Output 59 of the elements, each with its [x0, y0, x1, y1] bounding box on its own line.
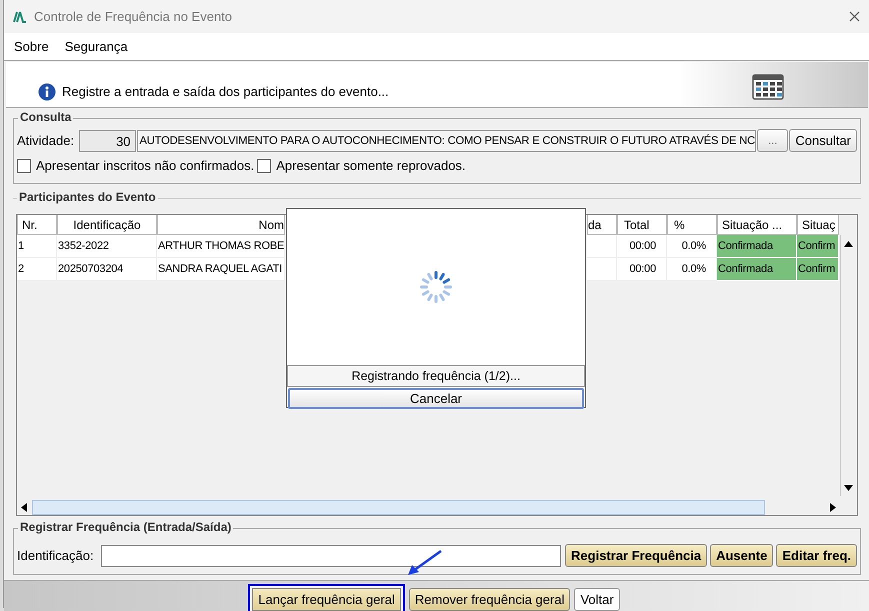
table-cell: 0.0%	[667, 258, 717, 281]
table-cell: Confirm	[797, 235, 839, 258]
footer-button[interactable]: Lançar frequência geral	[248, 584, 405, 611]
action-button[interactable]: Editar freq.	[776, 544, 857, 567]
table-cell: 20250703204	[57, 258, 157, 281]
action-button[interactable]: Registrar Frequência	[565, 544, 708, 567]
banner-message: Registre a entrada e saída dos participantes do evento...	[62, 84, 389, 101]
code-field[interactable]: 30	[79, 130, 136, 152]
identification-field[interactable]	[100, 544, 562, 566]
table-cell: Confirm	[797, 258, 839, 281]
column-header[interactable]: Identificação	[57, 215, 157, 235]
footer-button[interactable]: Voltar	[574, 588, 620, 610]
calendar-icon	[752, 72, 784, 100]
checkbox-label: Apresentar inscritos não confirmados.	[36, 158, 254, 173]
group-title: Consulta	[18, 110, 74, 124]
footer-button[interactable]: Remover frequência geral	[408, 588, 570, 610]
column-header[interactable]: Nr.	[17, 215, 57, 235]
checkbox[interactable]	[17, 158, 31, 172]
column-header[interactable]: Situação ...	[717, 215, 797, 235]
checkbox[interactable]	[257, 158, 272, 172]
action-button[interactable]: Ausente	[710, 544, 774, 567]
table-cell: 2	[17, 258, 57, 281]
window-title: Controle de Frequência no Evento	[34, 9, 232, 24]
activity-field[interactable]: AUTODESENVOLVIMENTO PARA O AUTOCONHECIMENTO: COMO PENSAR E CONSTRUIR O FUTURO ATRAVÉS DE NC	[136, 130, 756, 152]
cancel-button[interactable]: Cancelar	[288, 388, 584, 409]
field-label: Identificação:	[17, 548, 94, 563]
close-icon[interactable]	[849, 11, 860, 22]
scroll-left-icon[interactable]	[21, 502, 27, 512]
info-icon	[38, 83, 56, 101]
table-cell: SANDRA RAQUEL AGATI	[157, 258, 285, 281]
table-cell: ARTHUR THOMAS ROBE	[157, 235, 285, 258]
annotation-arrow	[407, 550, 443, 576]
menu-item[interactable]: Segurança	[64, 39, 128, 54]
group-title: Registrar Frequência (Entrada/Saída)	[18, 520, 234, 534]
table-cell: 0.0%	[667, 235, 717, 258]
scroll-up-icon[interactable]	[844, 241, 853, 247]
spinner-icon	[419, 270, 453, 304]
column-header[interactable]: Nom	[157, 215, 285, 235]
app-logo-icon	[13, 10, 27, 22]
column-header[interactable]: Situaç	[797, 215, 839, 235]
table-cell: 00:00	[617, 258, 667, 281]
column-header[interactable]: %	[667, 215, 717, 235]
table-cell: Confirmada	[717, 235, 797, 258]
browse-button[interactable]: ...	[756, 129, 788, 152]
table-cell: 1	[17, 235, 57, 258]
search-button[interactable]: Consultar	[789, 129, 857, 152]
table-cell: 3352-2022	[57, 235, 157, 258]
column-header[interactable]: da	[587, 215, 617, 235]
checkbox-label: Apresentar somente reprovados.	[276, 158, 466, 173]
scroll-right-icon[interactable]	[830, 502, 836, 512]
table-cell: Confirmada	[717, 258, 797, 281]
table-cell: 00:00	[617, 235, 667, 258]
group-title: Participantes do Evento	[17, 190, 158, 204]
scroll-down-icon[interactable]	[844, 485, 853, 491]
column-header[interactable]: Total	[617, 215, 667, 235]
scrollbar-thumb[interactable]	[32, 500, 765, 514]
menu-item[interactable]: Sobre	[14, 39, 49, 54]
field-label: Atividade:	[17, 133, 74, 148]
progress-message: Registrando frequência (1/2)...	[287, 365, 585, 387]
